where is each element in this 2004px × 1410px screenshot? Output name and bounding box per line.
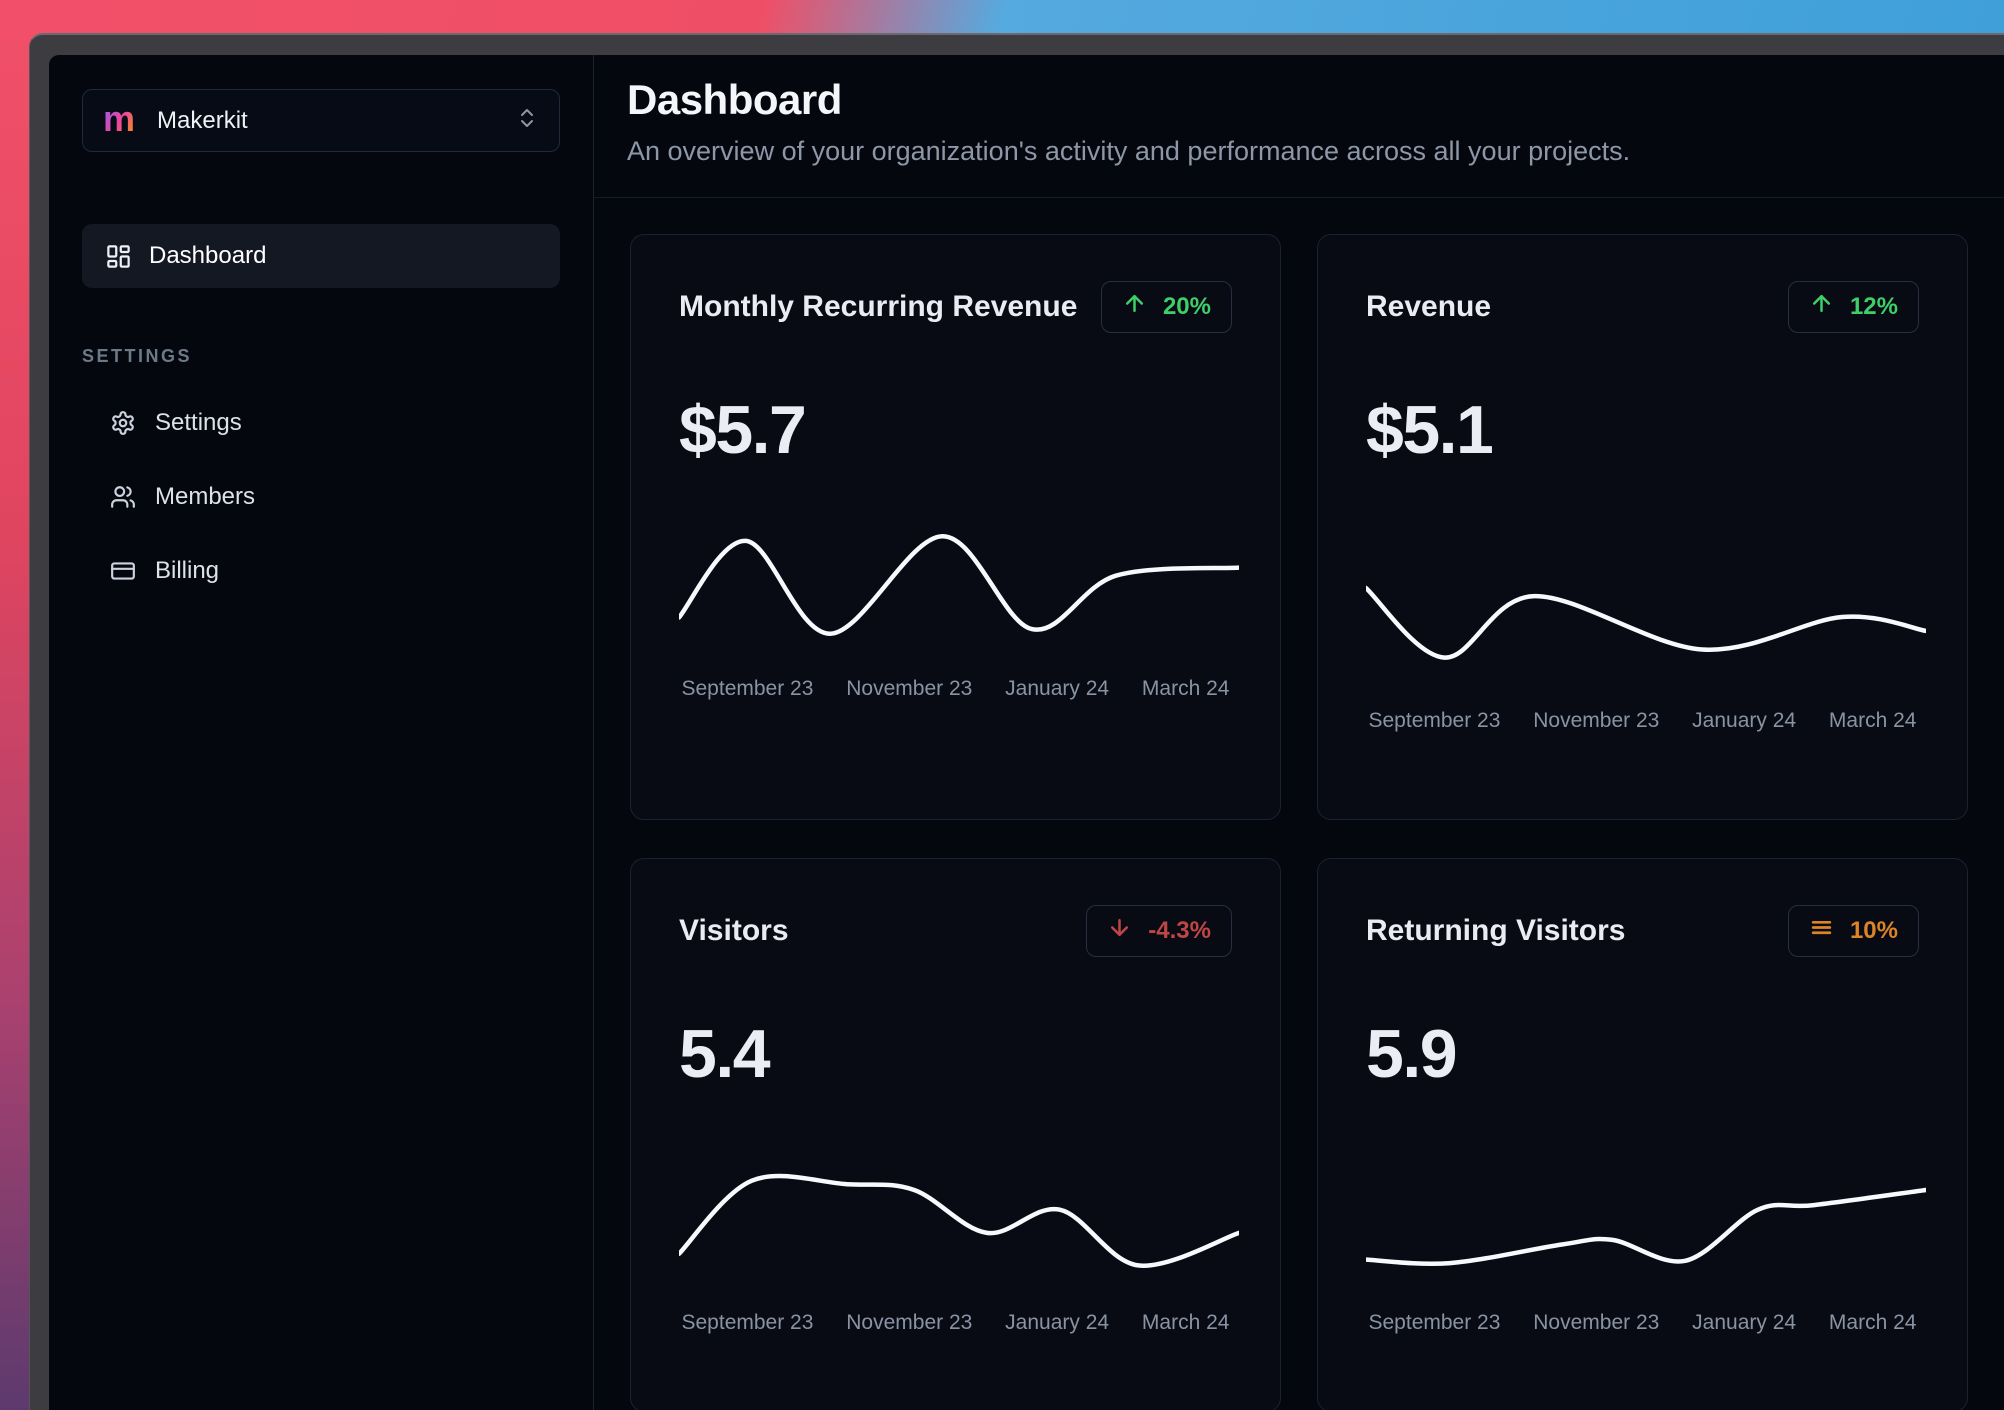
trend-badge: 12% [1787,281,1919,333]
arrow-up-icon [1809,291,1834,323]
trend-bars-icon [1809,915,1834,947]
axis-label: November 23 [846,677,973,700]
chevrons-up-down-icon [515,106,539,135]
sparkline-svg [1366,585,1926,660]
sidebar-section-settings: SETTINGS [82,346,193,366]
axis-label: January 24 [1692,709,1797,732]
window-frame: m Makerkit Dashboard SETTINGS Settings M [29,33,2004,1410]
x-axis-labels: September 23 November 23 January 24 March 2… [682,1311,1230,1335]
arrow-up-icon [1122,291,1147,323]
stat-card-returning-visitors: Returning Visitors 10% 5.9 September 23 N… [1317,858,1968,1410]
card-title: Visitors [679,914,789,947]
axis-label: March 24 [1141,677,1230,700]
layout-dashboard-icon [107,244,130,268]
trend-badge: 20% [1100,281,1232,333]
x-axis-labels: September 23 November 23 January 24 March 2… [682,677,1230,701]
axis-label: March 24 [1828,709,1917,732]
card-header: Revenue 12% [1366,281,1919,333]
axis-label: March 24 [1828,1311,1917,1334]
sparkline-svg [679,534,1239,636]
trend-badge: -4.3% [1086,905,1232,957]
page-subtitle: An overview of your organization's activ… [627,136,1631,166]
trend-value: 20% [1162,293,1211,320]
card-title: Revenue [1366,290,1492,323]
axis-label: November 23 [1533,1311,1660,1334]
axis-label: September 23 [1368,1311,1501,1334]
page-header: Dashboard An overview of your organizati… [594,55,2004,198]
settings-nav: Settings Members Billing [49,409,593,585]
sparkline-chart: September 23 November 23 January 24 March 2… [679,1153,1239,1335]
app-window: m Makerkit Dashboard SETTINGS Settings M [49,55,2004,1410]
trend-value: 12% [1849,293,1898,320]
workspace-selector[interactable]: m Makerkit [82,89,560,152]
metric-value: $5.1 [1366,392,1494,468]
card-title: Monthly Recurring Revenue [679,290,1078,323]
axis-label: January 24 [1692,1311,1797,1334]
sparkline-chart: September 23 November 23 January 24 March 2… [679,519,1239,701]
cards-grid: Monthly Recurring Revenue 20% $5.7 Septe… [594,198,2004,1410]
sparkline-chart: September 23 November 23 January 24 March 2… [1366,1153,1926,1335]
trend-badge: 10% [1787,905,1919,957]
trend-value: 10% [1849,917,1898,944]
credit-card-icon [111,562,135,580]
makerkit-logo-icon: m [103,97,136,139]
stat-card-visitors: Visitors -4.3% 5.4 September 23 November … [630,858,1281,1410]
stat-card-revenue: Revenue 12% $5.1 September 23 November 23… [1317,234,1968,820]
sidebar-item-billing[interactable]: Billing [110,557,593,585]
metric-value: 5.4 [679,1016,771,1092]
card-header: Visitors -4.3% [679,905,1232,957]
sidebar-item-label: Dashboard [149,242,267,269]
sidebar-item-members[interactable]: Members [110,483,593,511]
sidebar-item-dashboard[interactable]: Dashboard [82,224,560,288]
card-title: Returning Visitors [1366,914,1626,947]
stat-card-mrr: Monthly Recurring Revenue 20% $5.7 Septe… [630,234,1281,820]
workspace-name: Makerkit [157,106,248,134]
axis-label: November 23 [1533,709,1660,732]
arrow-down-icon [1107,915,1132,947]
sidebar-item-label: Settings [155,409,242,436]
axis-label: September 23 [681,677,814,700]
users-icon [111,486,135,508]
sidebar-item-settings[interactable]: Settings [110,409,593,437]
axis-label: March 24 [1141,1311,1230,1334]
sidebar-item-label: Members [155,483,256,510]
trend-value: -4.3% [1148,917,1211,944]
axis-label: September 23 [1368,709,1501,732]
axis-label: November 23 [846,1311,973,1334]
axis-label: September 23 [681,1311,814,1334]
sidebar: m Makerkit Dashboard SETTINGS Settings M [49,55,593,1410]
axis-label: January 24 [1005,1311,1110,1334]
sparkline-chart: September 23 November 23 January 24 March 2… [1366,551,1926,733]
sparkline-svg [679,1173,1239,1268]
card-header: Returning Visitors 10% [1366,905,1919,957]
gear-icon [112,411,134,435]
x-axis-labels: September 23 November 23 January 24 March 2… [1369,709,1917,733]
sidebar-item-label: Billing [155,557,220,584]
x-axis-labels: September 23 November 23 January 24 March 2… [1369,1311,1917,1335]
metric-value: $5.7 [679,392,807,468]
main-area: Dashboard An overview of your organizati… [593,55,2004,1410]
page-title: Dashboard [627,76,842,123]
axis-label: January 24 [1005,677,1110,700]
sparkline-svg [1366,1187,1926,1267]
metric-value: 5.9 [1366,1016,1458,1092]
card-header: Monthly Recurring Revenue 20% [679,281,1232,333]
